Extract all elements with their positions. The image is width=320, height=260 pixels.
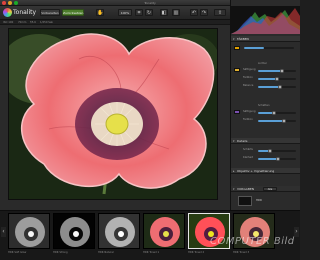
app-logo-icon: [3, 8, 12, 17]
preset-thumb-label: HDR Strong: [53, 251, 68, 254]
section-vignette-title: Objektiv + Vignettierung: [237, 169, 275, 173]
crop-icon[interactable]: ⌗: [135, 9, 143, 16]
section-vignette-header[interactable]: ▸ Objektiv + Vignettierung: [231, 168, 300, 174]
preset-thumb[interactable]: [8, 213, 50, 249]
color-swatch[interactable]: [234, 46, 240, 50]
section-color-title: FÄRBEN: [237, 37, 249, 41]
slider[interactable]: [258, 111, 296, 115]
minimize-window-icon[interactable]: [8, 1, 12, 5]
poppy-image: [9, 29, 217, 199]
slider-label: Sättigung: [243, 110, 256, 113]
preset-thumb[interactable]: [143, 213, 185, 249]
share-icon[interactable]: ⇪: [214, 9, 226, 16]
preset-thumb[interactable]: [53, 213, 95, 249]
hand-tool-icon[interactable]: ✋: [96, 9, 104, 16]
app-window: Tonality Tonality Vorbereiten Zurücksetz…: [0, 0, 300, 260]
presets-tab-all[interactable]: Alle: [263, 187, 277, 191]
highlights-label: Lichter: [258, 62, 267, 65]
shadows-label: Schatten: [258, 104, 270, 107]
section-color-header[interactable]: ▾ FÄRBEN: [231, 36, 300, 42]
compare-icon[interactable]: ◧: [160, 9, 168, 16]
chevron-down-icon: ▾: [233, 187, 235, 191]
preset-thumb-label: HDR Natural: [98, 251, 114, 254]
preset-thumb[interactable]: [98, 213, 140, 249]
reset-button[interactable]: Zurücksetzen: [62, 9, 84, 16]
histogram-graph: [231, 8, 300, 34]
slider[interactable]: [258, 85, 296, 89]
slider-label: Farbton: [243, 76, 253, 79]
preset-category-hdr[interactable]: HDR: [256, 199, 262, 202]
preset-thumb-label: HDR Toned 2: [188, 251, 205, 254]
slider-track[interactable]: [244, 47, 294, 49]
preset-thumb-label: HDR Toned 3: [233, 251, 250, 254]
slider[interactable]: [258, 69, 296, 73]
chevron-down-icon: ▾: [233, 37, 235, 41]
prepare-button[interactable]: Vorbereiten: [40, 9, 60, 16]
redo-icon[interactable]: ↷: [200, 9, 208, 16]
undo-icon[interactable]: ↶: [190, 9, 198, 16]
section-presets-title: VORGABEN: [237, 187, 255, 191]
slider-label: Balance: [243, 84, 254, 87]
chevron-right-icon: ▸: [233, 169, 235, 173]
slider-label: Klarheit: [243, 156, 254, 159]
split-view-icon[interactable]: ▥: [172, 9, 180, 16]
preset-thumbnail[interactable]: [238, 196, 252, 206]
preset-thumb-label: HDR Soft Glow: [8, 251, 27, 254]
slider-label: Sättigung: [243, 68, 256, 71]
slider[interactable]: [258, 149, 296, 153]
slider[interactable]: [258, 157, 296, 161]
section-details-title: Details: [237, 139, 248, 143]
slider[interactable]: [258, 77, 296, 81]
preset-thumb-label: HDR Toned 1: [143, 251, 160, 254]
slider-label: Farbton: [243, 118, 253, 121]
section-details-header[interactable]: ▾ Details: [231, 138, 300, 144]
shadows-swatch[interactable]: [234, 110, 240, 114]
scroll-left-icon[interactable]: ‹: [1, 227, 6, 237]
photo-preview[interactable]: [8, 28, 218, 200]
close-window-icon[interactable]: [2, 1, 6, 5]
chevron-down-icon: ▾: [233, 139, 235, 143]
zoom-level-button[interactable]: 100%: [118, 9, 132, 16]
rotate-icon[interactable]: ↻: [145, 9, 153, 16]
histogram: [231, 6, 300, 34]
slider-label: Schärfe: [243, 148, 253, 151]
watermark: COMPUTER Bild: [210, 236, 295, 247]
app-name: Tonality: [13, 9, 37, 16]
slider[interactable]: [258, 119, 296, 123]
zoom-window-icon[interactable]: [14, 1, 18, 5]
highlights-swatch[interactable]: [234, 68, 240, 72]
